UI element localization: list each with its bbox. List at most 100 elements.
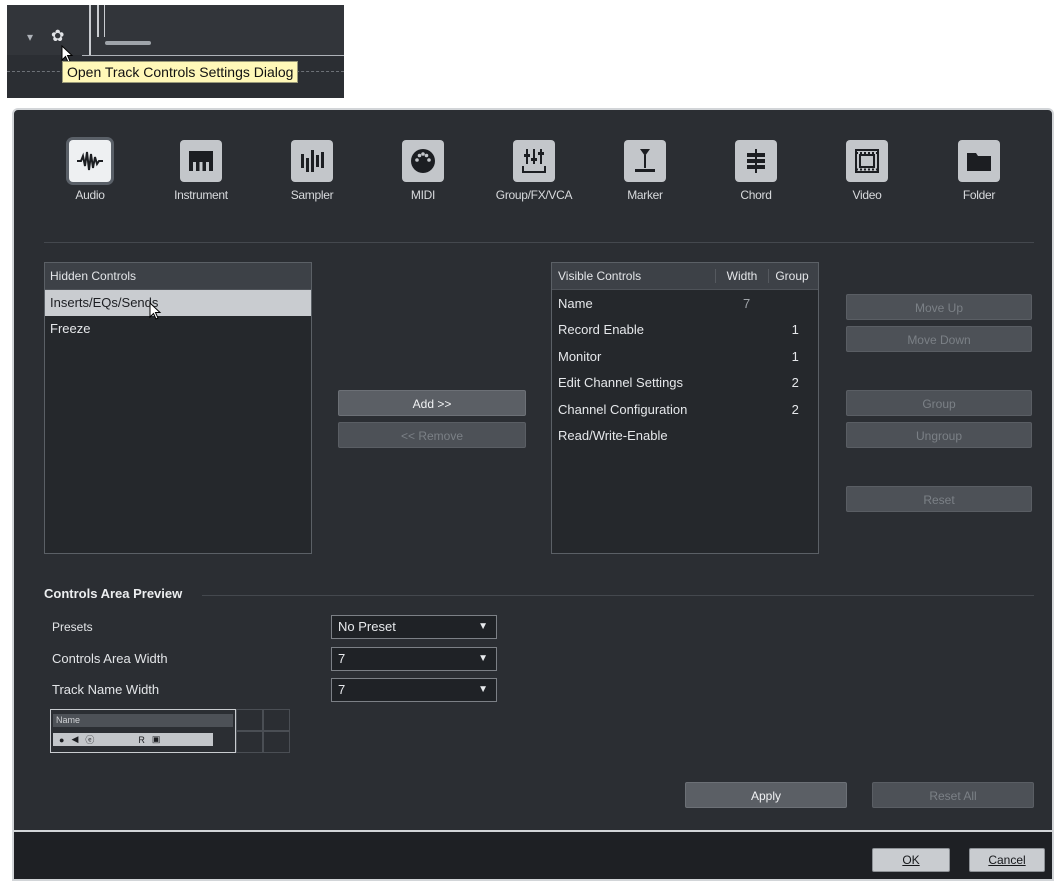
- list-item-label: Freeze: [50, 321, 91, 336]
- control-group: 2: [791, 375, 799, 391]
- sampler-bars-icon: [301, 150, 324, 172]
- reset-all-button[interactable]: Reset All: [872, 782, 1034, 808]
- midi-port-icon: [411, 149, 435, 173]
- category-midi[interactable]: MIDI: [378, 140, 468, 202]
- control-group: 1: [791, 348, 799, 364]
- divider: [97, 5, 99, 37]
- list-item-label: Inserts/EQs/Sends: [50, 295, 159, 310]
- control-name: Read/Write-Enable: [558, 428, 668, 444]
- presets-value: No Preset: [338, 619, 396, 634]
- control-group: 2: [791, 401, 799, 417]
- track-slider[interactable]: [105, 41, 151, 45]
- category-label: Video: [852, 188, 882, 202]
- track-toolbar-snippet: ▾ ✿: [7, 5, 344, 98]
- table-row[interactable]: Read/Write-Enable: [552, 423, 818, 450]
- presets-select[interactable]: No Preset ▼: [331, 615, 497, 639]
- divider: [202, 595, 1034, 596]
- category-audio[interactable]: Audio: [45, 140, 135, 202]
- divider: [44, 242, 1034, 243]
- hidden-controls-list[interactable]: Hidden Controls Inserts/EQs/Sends Freeze: [44, 262, 312, 554]
- table-row[interactable]: Monitor 1: [552, 343, 818, 370]
- reset-button[interactable]: Reset: [846, 486, 1032, 512]
- table-row[interactable]: Record Enable 1: [552, 317, 818, 344]
- piano-keys-icon: [189, 151, 213, 171]
- controls-area-width-select[interactable]: 7 ▼: [331, 647, 497, 671]
- add-button[interactable]: Add >>: [338, 390, 526, 416]
- category-label: Chord: [740, 188, 772, 202]
- chord-icon: [747, 149, 765, 173]
- marker-icon: [635, 149, 655, 172]
- category-sampler[interactable]: Sampler: [267, 140, 357, 202]
- section-title: Controls Area Preview: [44, 586, 183, 601]
- category-folder[interactable]: Folder: [934, 140, 1024, 202]
- control-name: Channel Configuration: [558, 401, 688, 417]
- category-label: Instrument: [174, 188, 228, 202]
- gear-icon[interactable]: ✿: [51, 26, 64, 46]
- tooltip: Open Track Controls Settings Dialog: [62, 61, 299, 83]
- controls-area-width-value: 7: [338, 651, 346, 666]
- category-marker[interactable]: Marker: [600, 140, 690, 202]
- visible-controls-list[interactable]: Visible Controls Width Group Name 7 Reco…: [551, 262, 819, 554]
- edit-icon: ⓔ: [85, 735, 95, 745]
- category-group-fx-vca[interactable]: Group/FX/VCA: [489, 140, 579, 202]
- list-header: Visible Controls Width Group: [552, 263, 818, 290]
- divider: [89, 5, 91, 55]
- controls-preview-strip: Name ● ◀ ⓔ R ▣: [50, 709, 290, 753]
- dropdown-arrow-icon: ▼: [478, 653, 488, 664]
- ok-label: OK: [902, 853, 920, 867]
- dropdown-arrow-icon: ▼: [478, 684, 488, 695]
- category-video[interactable]: Video: [822, 140, 912, 202]
- film-icon: [855, 149, 879, 173]
- column-header-group: Group: [775, 269, 809, 283]
- presets-label: Presets: [52, 620, 93, 634]
- category-label: Group/FX/VCA: [495, 188, 573, 202]
- list-item[interactable]: Freeze: [45, 316, 311, 342]
- track-name-width-select[interactable]: 7 ▼: [331, 678, 497, 702]
- ungroup-button[interactable]: Ungroup: [846, 422, 1032, 448]
- track-controls-settings-dialog: Audio Instrument Sampler MIDI Group/FX/V…: [12, 108, 1054, 881]
- faders-icon: [522, 149, 546, 173]
- column-header-width: Width: [716, 269, 769, 283]
- folder-icon: [967, 153, 991, 171]
- ok-button[interactable]: OK: [872, 848, 950, 872]
- record-icon: ●: [59, 734, 65, 745]
- controls-area-width-label: Controls Area Width: [52, 651, 168, 666]
- group-button[interactable]: Group: [846, 390, 1032, 416]
- cancel-label: Cancel: [988, 853, 1026, 867]
- read-icon: R: [138, 734, 145, 745]
- preview-controls-row: ● ◀ ⓔ R ▣: [53, 733, 213, 746]
- dropdown-arrow-icon: ▼: [478, 621, 488, 632]
- table-row[interactable]: Name 7: [552, 290, 818, 317]
- dropdown-arrow-icon[interactable]: ▾: [27, 30, 33, 44]
- category-chord[interactable]: Chord: [711, 140, 801, 202]
- write-icon: ▣: [151, 734, 161, 744]
- control-name: Record Enable: [558, 322, 644, 338]
- category-label: Folder: [962, 188, 996, 202]
- list-header: Hidden Controls: [45, 263, 311, 290]
- control-name: Name: [558, 295, 593, 311]
- table-row[interactable]: Channel Configuration 2: [552, 396, 818, 423]
- category-instrument[interactable]: Instrument: [156, 140, 246, 202]
- control-group: 1: [791, 322, 799, 338]
- list-item[interactable]: Inserts/EQs/Sends: [45, 290, 311, 320]
- cancel-button[interactable]: Cancel: [969, 848, 1045, 872]
- track-name-width-value: 7: [338, 682, 346, 697]
- move-down-button[interactable]: Move Down: [846, 326, 1032, 352]
- control-name: Edit Channel Settings: [558, 375, 684, 391]
- category-label: MIDI: [410, 188, 436, 202]
- apply-button[interactable]: Apply: [685, 782, 847, 808]
- category-label: Marker: [627, 188, 663, 202]
- remove-button[interactable]: << Remove: [338, 422, 526, 448]
- waveform-icon: [77, 151, 103, 171]
- category-label: Sampler: [290, 188, 334, 202]
- control-width: 7: [742, 295, 751, 311]
- move-up-button[interactable]: Move Up: [846, 294, 1032, 320]
- divider: [104, 5, 105, 37]
- table-row[interactable]: Edit Channel Settings 2: [552, 370, 818, 397]
- preview-track-name: Name: [53, 714, 233, 727]
- dialog-footer: OK Cancel: [14, 830, 1052, 879]
- column-header-visible-controls: Visible Controls: [552, 269, 716, 283]
- divider: [82, 55, 344, 56]
- speaker-icon: ◀: [71, 734, 79, 744]
- track-name-width-label: Track Name Width: [52, 682, 160, 697]
